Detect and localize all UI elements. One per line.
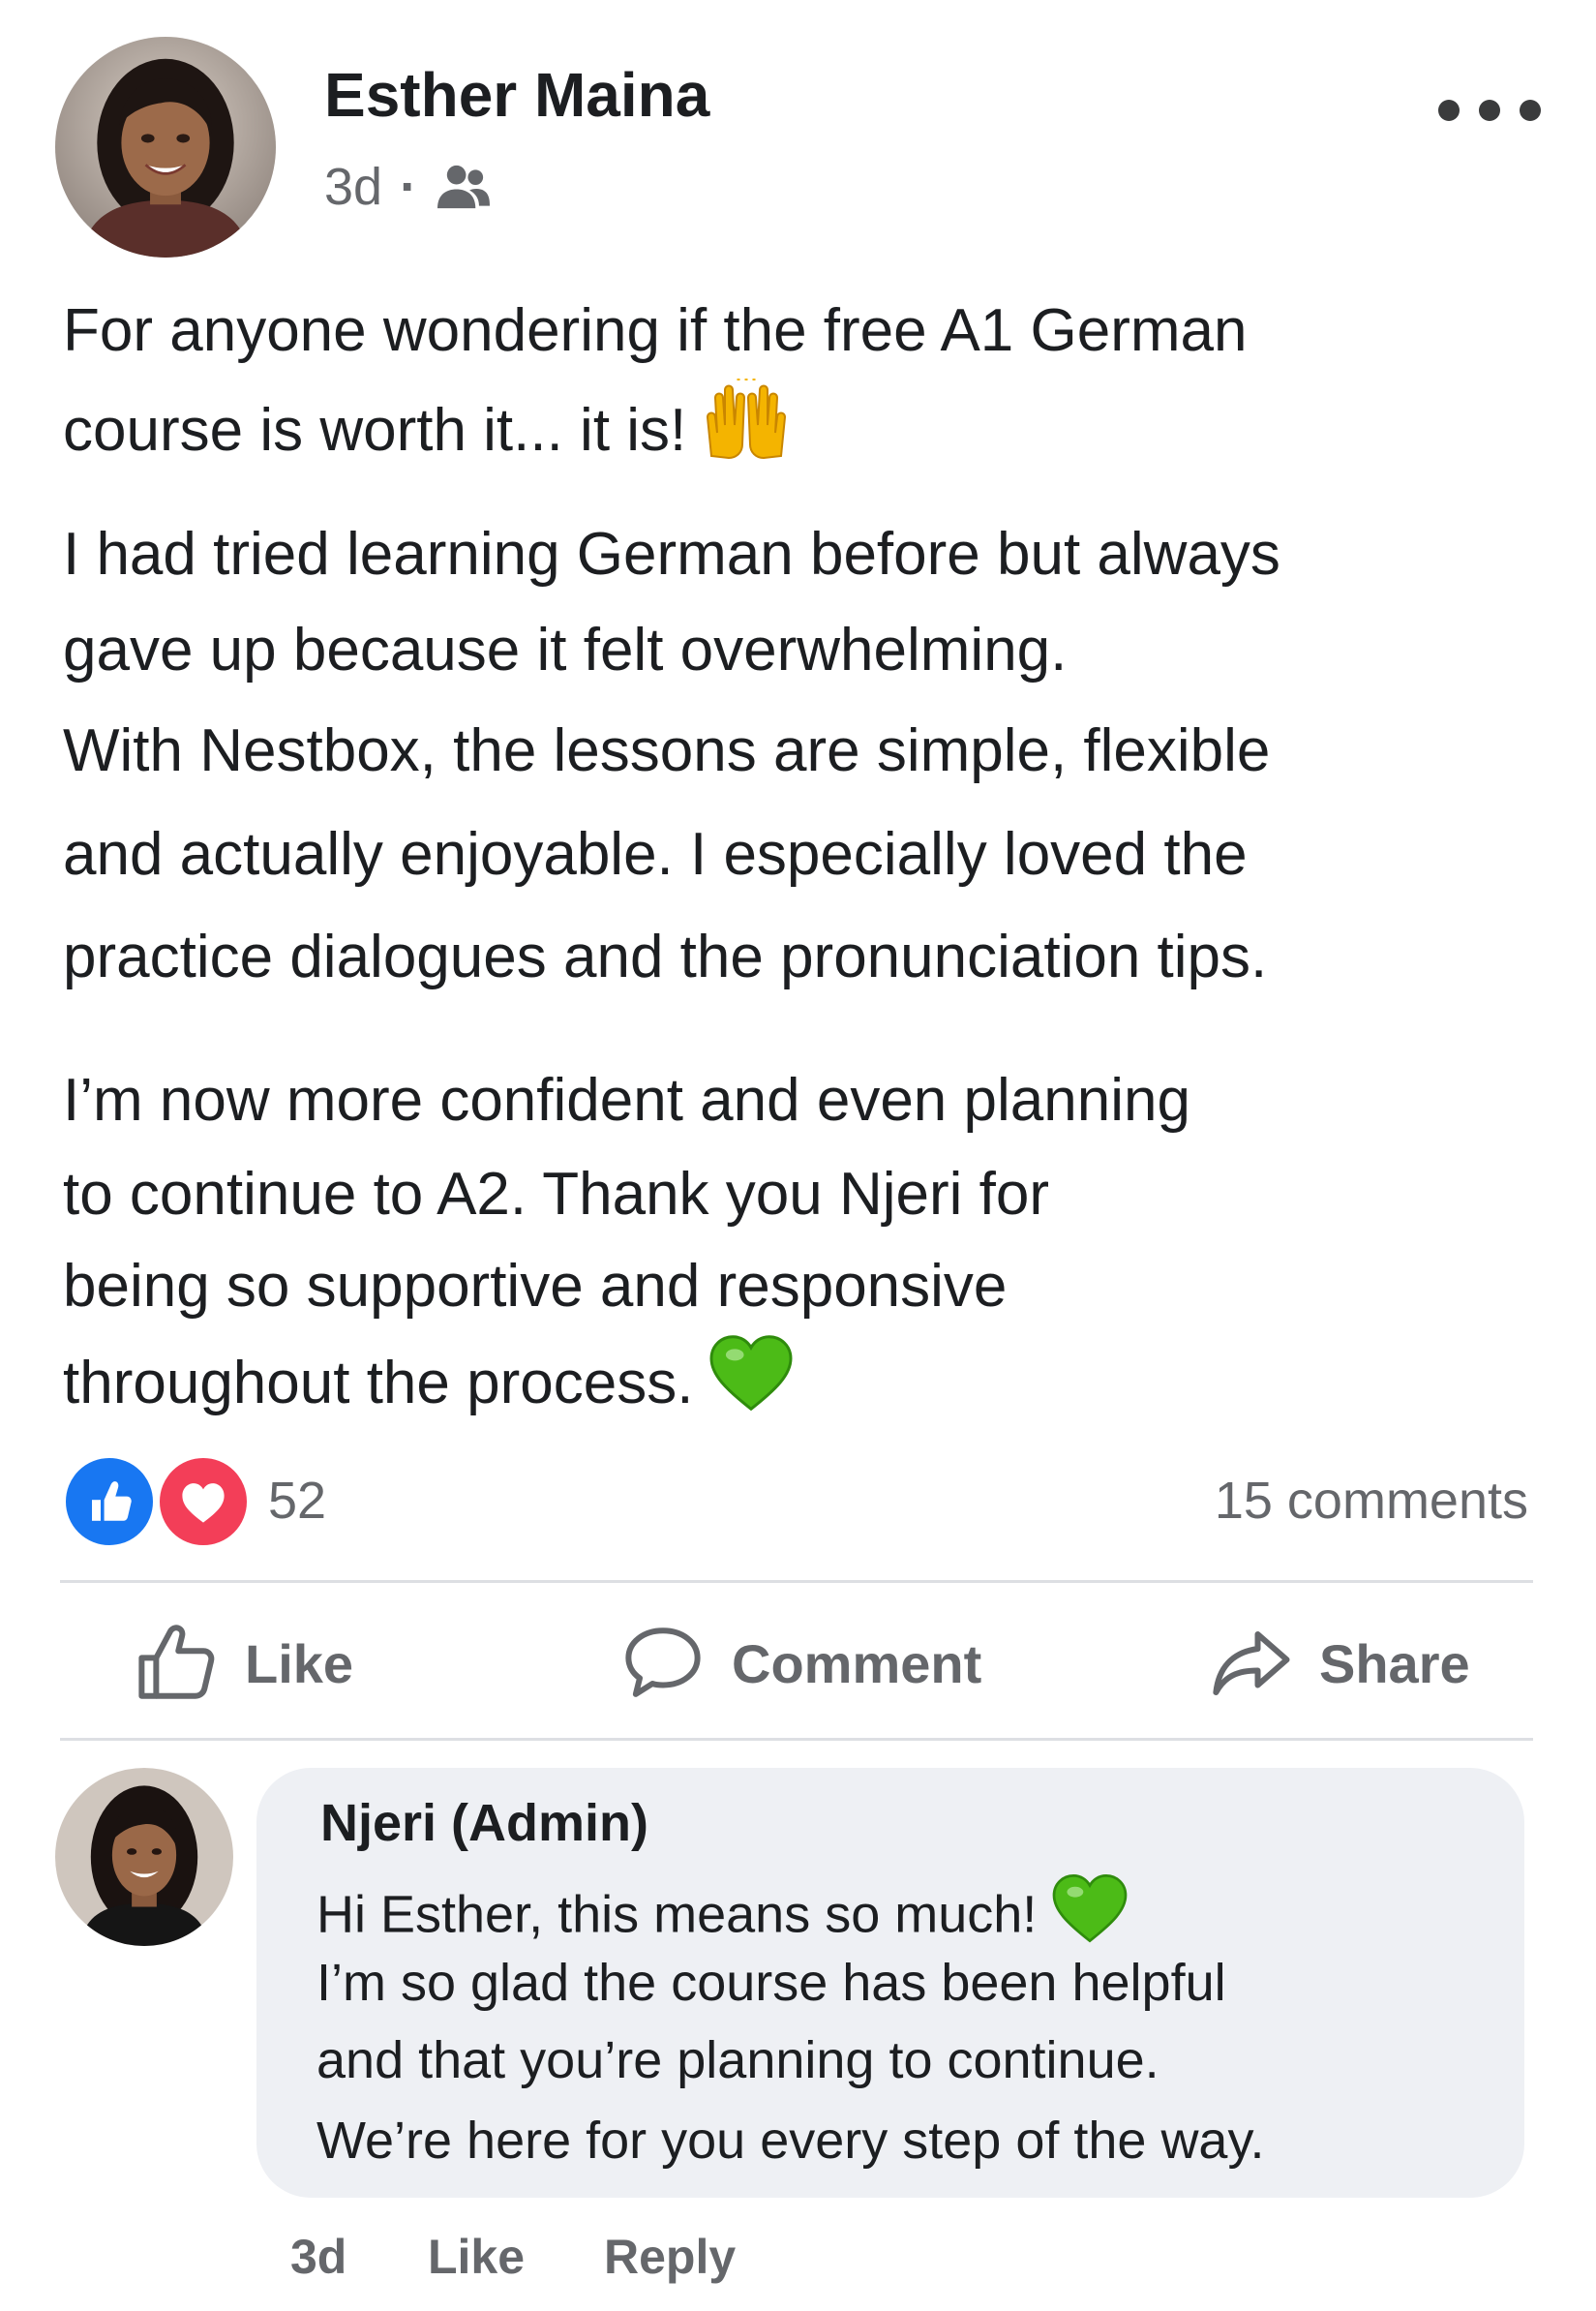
post-text-line: to continue to A2. Thank you Njeri for — [63, 1161, 1050, 1228]
comment-text-line: We’re here for you every step of the way… — [316, 2112, 1265, 2170]
dot — [1438, 100, 1460, 121]
post-time[interactable]: 3d — [324, 157, 382, 217]
dot — [1479, 100, 1500, 121]
post-text-line: and actually enjoyable. I especially lov… — [63, 821, 1248, 888]
comment-text-line: I’m so glad the course has been helpful — [316, 1954, 1226, 2012]
like-button[interactable]: Like — [133, 1615, 353, 1712]
divider — [60, 1738, 1533, 1741]
commenter-name[interactable]: Njeri (Admin) — [320, 1789, 648, 1857]
like-label: Like — [245, 1632, 354, 1694]
raising-hands-icon — [700, 371, 793, 490]
commenter-avatar[interactable] — [55, 1768, 233, 1946]
group-icon[interactable] — [435, 161, 493, 213]
green-heart-icon — [707, 1333, 796, 1441]
more-options-icon[interactable] — [1438, 81, 1541, 139]
post-text-line: With Nestbox, the lessons are simple, fl… — [63, 717, 1271, 784]
post-text-line: I’m now more confident and even planning — [63, 1067, 1190, 1134]
post-text-line: I had tried learning German before but a… — [63, 521, 1280, 588]
post-text-fragment: course is worth it... it is! — [63, 396, 687, 464]
dot — [1520, 100, 1541, 121]
comment-text-line: and that you’re planning to continue. — [316, 2031, 1159, 2089]
post-text-line: being so supportive and responsive — [63, 1253, 1008, 1320]
author-name[interactable]: Esther Maina — [324, 56, 709, 134]
comments-count[interactable]: 15 comments — [1215, 1467, 1528, 1535]
post-text-line: throughout the process. — [63, 1333, 796, 1441]
comment-reply-button[interactable]: Reply — [604, 2223, 736, 2291]
comment-icon — [625, 1627, 701, 1697]
meta-separator: · — [400, 158, 418, 216]
share-icon — [1213, 1631, 1290, 1695]
post-card: Esther Maina 3d · For anyone wondering i… — [0, 0, 1596, 2311]
comment-label: Comment — [732, 1632, 982, 1694]
post-text-fragment: throughout the process. — [63, 1349, 694, 1416]
reaction-count[interactable]: 52 — [268, 1467, 326, 1535]
post-text-line: practice dialogues and the pronunciation… — [63, 924, 1268, 990]
love-reaction-icon[interactable] — [155, 1453, 252, 1550]
like-reaction-icon[interactable] — [61, 1453, 158, 1550]
comment-like-button[interactable]: Like — [428, 2223, 525, 2291]
divider — [60, 1580, 1533, 1583]
post-text-line: For anyone wondering if the free A1 Germ… — [63, 297, 1248, 364]
share-button[interactable]: Share — [1207, 1615, 1470, 1712]
comment-button[interactable]: Comment — [619, 1615, 981, 1712]
comment-text-fragment: Hi Esther, this means so much! — [316, 1885, 1038, 1944]
thumbs-up-icon — [138, 1625, 215, 1699]
author-avatar[interactable] — [55, 37, 276, 258]
share-label: Share — [1319, 1632, 1470, 1694]
comment-time[interactable]: 3d — [290, 2223, 346, 2291]
post-text-line: course is worth it... it is! — [63, 371, 793, 490]
post-meta: 3d · — [324, 153, 493, 221]
post-text-line: gave up because it felt overwhelming. — [63, 617, 1068, 684]
